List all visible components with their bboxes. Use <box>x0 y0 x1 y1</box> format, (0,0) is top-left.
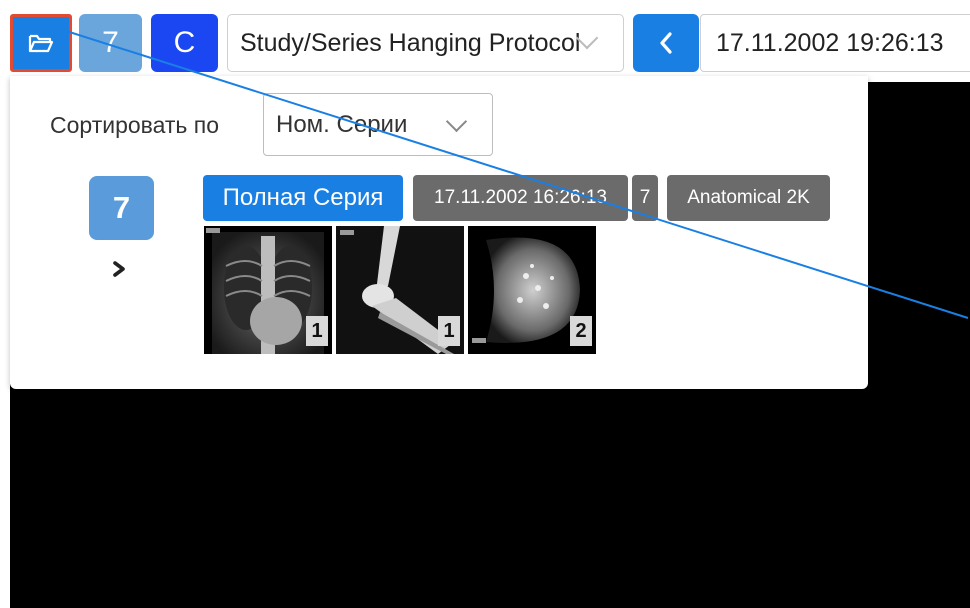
c-button[interactable]: C <box>151 14 218 72</box>
study-number-button[interactable]: 7 <box>79 14 142 72</box>
sort-select[interactable]: Ном. Серии <box>263 93 493 156</box>
study-number-badge[interactable]: 7 <box>89 176 154 240</box>
series-date-tag: 17.11.2002 16:26:13 <box>413 175 628 221</box>
sort-value: Ном. Серии <box>276 110 408 138</box>
thumbnail-count: 1 <box>438 316 460 346</box>
open-study-button[interactable] <box>10 14 72 72</box>
full-series-button[interactable]: Полная Серия <box>203 175 403 221</box>
sort-label: Сортировать по <box>50 112 220 138</box>
thumbnail-chest-xray[interactable]: 1 <box>204 226 332 354</box>
thumbnail-knee-xray[interactable]: 1 <box>336 226 464 354</box>
series-description-tag: Anatomical 2K <box>667 175 830 221</box>
thumbnail-count: 2 <box>570 316 592 346</box>
chevron-left-icon <box>660 32 672 54</box>
thumbnail-mammogram[interactable]: 2 <box>468 226 596 354</box>
chevron-right-icon[interactable] <box>108 258 130 280</box>
series-number-tag: 7 <box>632 175 658 221</box>
datetime-text: 17.11.2002 19:26:13 <box>716 28 944 57</box>
datetime-field[interactable]: 17.11.2002 19:26:13 <box>700 14 970 72</box>
thumbnail-count: 1 <box>306 316 328 346</box>
folder-open-icon <box>28 34 54 53</box>
hanging-protocol-select[interactable]: Study/Series Hanging Protocol <box>227 14 624 72</box>
hanging-protocol-label: Study/Series Hanging Protocol <box>240 28 581 57</box>
series-panel: Сортировать по Ном. Серии 7 Полная Серия… <box>10 76 868 389</box>
previous-button[interactable] <box>633 14 699 72</box>
toolbar: 7 C Study/Series Hanging Protocol 17.11.… <box>0 0 970 80</box>
chevron-down-icon <box>445 110 468 133</box>
